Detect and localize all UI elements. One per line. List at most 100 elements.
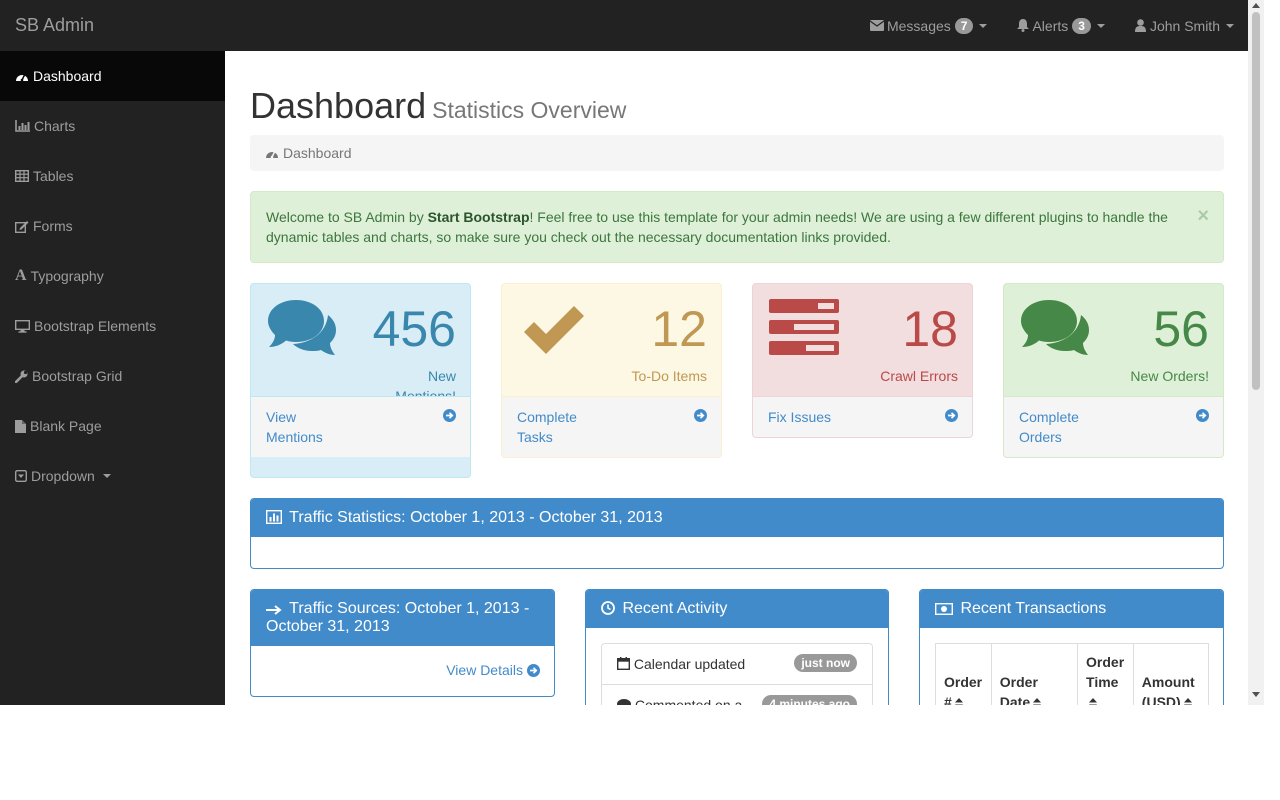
panel-title: Recent Transactions (960, 600, 1107, 617)
stat-card-head: 18 Crawl Errors (753, 284, 972, 396)
arrow-right-icon (266, 605, 282, 615)
sidebar-item-forms[interactable]: Forms (0, 201, 225, 251)
browser-viewport: SB Admin Messages 7 Alerts 3 John Smith (0, 0, 1264, 705)
activity-text: Calendar updated (633, 656, 746, 672)
comment-icon (617, 699, 631, 705)
recent-activity-panel: Recent Activity Calendar updated just no… (585, 589, 889, 705)
scroll-up-arrow-icon[interactable] (1252, 3, 1260, 8)
sidebar-item-bootstrap-elements[interactable]: Bootstrap Elements (0, 301, 225, 351)
bar-chart-icon (15, 120, 30, 132)
arrow-circle-right-icon (443, 409, 456, 422)
sort-icon (954, 697, 963, 705)
user-label: John Smith (1149, 17, 1220, 34)
money-icon (935, 603, 953, 615)
chevron-down-icon (979, 23, 988, 28)
list-item[interactable]: Calendar updated just now (602, 644, 872, 685)
arrow-circle-right-icon (694, 409, 707, 422)
sidebar-item-label: Blank Page (30, 418, 102, 434)
welcome-alert: Welcome to SB Admin by Start Bootstrap! … (250, 191, 1224, 263)
scroll-down-arrow-icon[interactable] (1252, 692, 1260, 697)
complete-tasks-link[interactable]: Complete Tasks (502, 396, 721, 457)
table-header-row: Order # Order Date Order Time Amount (US… (935, 643, 1210, 705)
sidebar-item-blank-page[interactable]: Blank Page (0, 401, 225, 451)
sort-icon (1033, 697, 1042, 705)
traffic-sources-panel: Traffic Sources: October 1, 2013 - Octob… (250, 589, 555, 697)
page-scrollbar[interactable] (1248, 0, 1264, 705)
view-mentions-link[interactable]: View Mentions (251, 396, 470, 457)
fix-issues-link[interactable]: Fix Issues (753, 396, 972, 437)
complete-orders-link[interactable]: Complete Orders (1004, 396, 1223, 457)
panel-title: Traffic Sources: October 1, 2013 - Octob… (266, 600, 530, 635)
list-item[interactable]: Commented on a 4 minutes ago (602, 685, 872, 705)
view-details-link[interactable]: View Details (446, 662, 540, 678)
sidebar-item-label: Typography (30, 268, 104, 284)
sidebar-item-dropdown[interactable]: Dropdown (0, 451, 225, 501)
alert-text-before: Welcome to SB Admin by (266, 209, 428, 225)
messages-dropdown[interactable]: Messages 7 (855, 0, 1003, 51)
close-button[interactable]: × (1197, 206, 1209, 226)
sidebar-item-charts[interactable]: Charts (0, 101, 225, 151)
dashboard-icon (266, 150, 278, 159)
chevron-down-icon (1226, 23, 1234, 28)
alerts-label: Alerts (1032, 17, 1069, 34)
top-navbar: SB Admin Messages 7 Alerts 3 John Smith (0, 0, 1264, 51)
chevron-down-icon (102, 474, 111, 478)
table-icon (15, 170, 29, 182)
dashboard-icon (16, 73, 28, 82)
stat-card-mentions: 456 New Mentions! View Mentions (250, 283, 471, 478)
edit-icon (15, 220, 29, 233)
sidebar-item-bootstrap-grid[interactable]: Bootstrap Grid (0, 351, 225, 401)
recent-transactions-panel: Recent Transactions Order # Order Date O… (919, 589, 1224, 705)
arrow-circle-right-icon (527, 663, 540, 677)
transactions-table: Order # Order Date Order Time Amount (US… (935, 643, 1210, 705)
panel-title: Traffic Statistics: October 1, 2013 - Oc… (289, 509, 663, 526)
top-nav: Messages 7 Alerts 3 John Smith (855, 0, 1264, 51)
sidebar-item-label: Charts (34, 118, 76, 134)
stat-label: Crawl Errors (880, 368, 958, 384)
arrow-circle-right-icon (1196, 409, 1209, 422)
user-dropdown[interactable]: John Smith (1120, 0, 1264, 51)
stat-card-head: 56 New Orders! (1004, 284, 1223, 396)
stat-number: 56 (1153, 301, 1209, 357)
page-header: Dashboard Statistics Overview (250, 85, 626, 127)
time-badge: just now (794, 654, 857, 672)
panel-title: Recent Activity (622, 600, 728, 617)
alerts-badge: 3 (1072, 17, 1091, 34)
stat-link-label: View Mentions (266, 409, 323, 445)
stat-card-head: 456 New Mentions! (251, 284, 470, 404)
column-header-amount[interactable]: Amount (USD) (1132, 643, 1210, 705)
stat-label: To-Do Items (631, 368, 707, 384)
stat-label: New Orders! (1130, 368, 1209, 384)
sidebar: Dashboard Charts Tables Forms A Typograp… (0, 51, 225, 705)
alerts-dropdown[interactable]: Alerts 3 (1002, 0, 1119, 51)
start-bootstrap-link[interactable]: Start Bootstrap (428, 209, 530, 225)
stat-number: 456 (372, 301, 456, 357)
comments-icon (1021, 300, 1089, 355)
clock-icon (601, 601, 615, 615)
breadcrumb: Dashboard (250, 135, 1224, 171)
calendar-icon (617, 657, 630, 670)
scrollbar-thumb[interactable] (1252, 12, 1260, 390)
stat-link-label: Complete Tasks (517, 409, 577, 445)
user-icon (1134, 19, 1146, 32)
page-subtitle: Statistics Overview (432, 97, 627, 123)
stat-number: 18 (902, 301, 958, 357)
breadcrumb-active: Dashboard (283, 145, 352, 161)
column-header-order-date[interactable]: Order Date (990, 643, 1079, 705)
stat-card-head: 12 To-Do Items (502, 284, 721, 396)
sort-icon (1089, 697, 1098, 705)
sidebar-item-label: Forms (33, 218, 73, 234)
brand-link[interactable]: SB Admin (15, 15, 94, 36)
column-header-order-time[interactable]: Order Time (1077, 643, 1134, 705)
sidebar-item-label: Bootstrap Elements (34, 318, 157, 334)
sidebar-item-dashboard[interactable]: Dashboard (0, 51, 225, 101)
messages-badge: 7 (954, 17, 974, 34)
column-header-order-number[interactable]: Order # (935, 643, 992, 705)
wrench-icon (15, 370, 28, 383)
file-icon (15, 419, 26, 433)
stat-card-todo: 12 To-Do Items Complete Tasks (501, 283, 722, 458)
bar-chart-icon (266, 510, 282, 524)
sidebar-item-typography[interactable]: A Typography (0, 251, 225, 301)
sidebar-item-tables[interactable]: Tables (0, 151, 225, 201)
sidebar-item-label: Bootstrap Grid (32, 368, 123, 384)
